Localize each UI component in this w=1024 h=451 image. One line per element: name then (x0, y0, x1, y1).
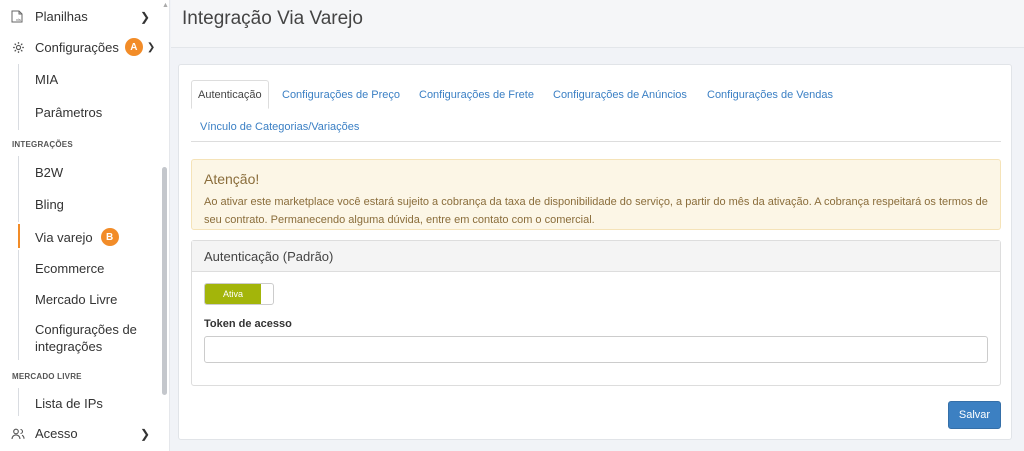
sidebar-item-b2w[interactable]: B2W (35, 165, 63, 180)
page-title: Integração Via Varejo (182, 8, 363, 29)
sidebar-item-label: Configurações de (35, 322, 137, 337)
sidebar-item-acesso[interactable]: Acesso ❯ (0, 426, 160, 441)
sidebar-item-via-varejo[interactable]: Via varejo B (35, 228, 119, 246)
sidebar-scrollbar[interactable] (162, 167, 167, 395)
users-icon (11, 427, 25, 441)
save-button[interactable]: Salvar (948, 401, 1001, 429)
tab-bar: Autenticação Configurações de Preço Conf… (191, 80, 1001, 142)
integration-card: Autenticação Configurações de Preço Conf… (178, 64, 1012, 440)
tab-configuracoes-vendas[interactable]: Configurações de Vendas (707, 89, 833, 101)
step-badge-b: B (100, 228, 119, 246)
svg-text:xls: xls (16, 17, 21, 22)
panel-title: Autenticação (Padrão) (204, 249, 334, 264)
nav-active-indicator (18, 224, 20, 248)
sidebar-item-planilhas[interactable]: xls Planilhas ❯ (0, 9, 160, 24)
sidebar-item-ecommerce[interactable]: Ecommerce (35, 261, 104, 276)
alert-title: Atenção! (204, 171, 260, 187)
sidebar-item-label-line2: integrações (35, 339, 103, 354)
tab-configuracoes-frete[interactable]: Configurações de Frete (419, 89, 534, 101)
nav-tree-line (18, 388, 19, 416)
sidebar-item-lista-ips[interactable]: Lista de IPs (35, 396, 103, 411)
sidebar-item-configuracoes-integracoes[interactable]: Configurações de integrações (35, 321, 137, 355)
nav-tree-line (18, 156, 19, 222)
step-badge-a: A (124, 38, 143, 56)
nav-tree-line (18, 64, 19, 130)
token-input[interactable] (204, 336, 988, 363)
chevron-right-icon: ❯ (139, 426, 150, 441)
tab-configuracoes-preco[interactable]: Configurações de Preço (282, 89, 400, 101)
toggle-label: Ativa (205, 284, 261, 304)
sidebar-item-label: Configurações (35, 39, 119, 55)
sidebar-item-configuracoes[interactable]: Configurações A ❯ (0, 38, 160, 56)
sidebar-item-mia[interactable]: MIA (35, 72, 58, 87)
token-label: Token de acesso (204, 318, 292, 330)
tab-configuracoes-anuncios[interactable]: Configurações de Anúncios (553, 89, 687, 101)
spreadsheet-icon: xls (11, 10, 25, 24)
chevron-right-icon: ❯ (139, 9, 150, 24)
chevron-down-icon: ❯ (146, 41, 156, 53)
alert-text: Ao ativar este marketplace você estará s… (204, 196, 988, 226)
tab-vinculo-categorias[interactable]: Vínculo de Categorias/Variações (200, 121, 359, 133)
panel-header: Autenticação (Padrão) (192, 241, 1000, 272)
sidebar-item-mercado-livre[interactable]: Mercado Livre (35, 292, 117, 307)
sidebar-item-bling[interactable]: Bling (35, 197, 64, 212)
page-header: Integração Via Varejo (171, 0, 1024, 48)
sidebar-item-parametros[interactable]: Parâmetros (35, 105, 102, 120)
scroll-up-icon[interactable]: ▲ (162, 2, 169, 9)
section-header-integracoes: INTEGRAÇÕES (12, 140, 73, 149)
auth-panel: Autenticação (Padrão) Ativa Token de ace… (191, 240, 1001, 386)
sidebar-item-label: Via varejo (35, 229, 93, 245)
active-toggle[interactable]: Ativa (204, 283, 274, 305)
sidebar-item-label: Planilhas (35, 9, 88, 24)
nav-tree-line (18, 250, 19, 360)
warning-alert: Atenção! Ao ativar este marketplace você… (191, 159, 1001, 230)
tab-autenticacao[interactable]: Autenticação (191, 80, 269, 109)
section-header-mercado-livre: MERCADO LIVRE (12, 372, 82, 381)
gear-icon (11, 40, 25, 54)
sidebar-item-label: Acesso (35, 426, 78, 441)
sidebar: xls Planilhas ❯ Configurações A ❯ MIA Pa… (0, 0, 170, 451)
